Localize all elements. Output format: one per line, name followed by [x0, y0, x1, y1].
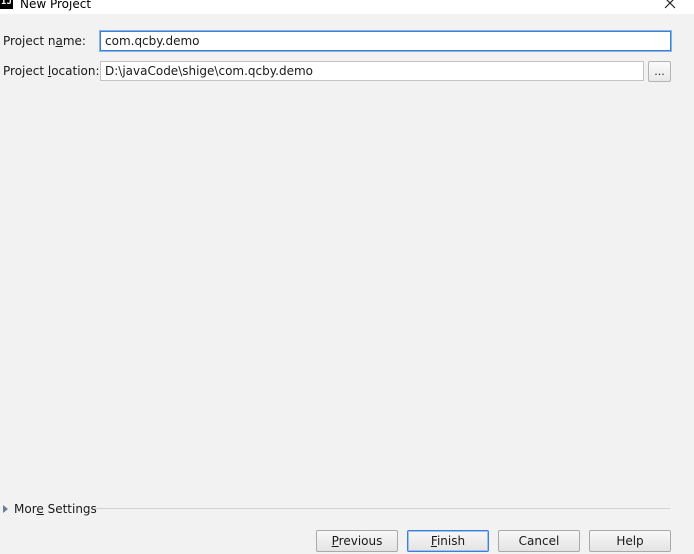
project-name-input[interactable] — [100, 31, 671, 51]
title-bar: IJ New Project — [0, 0, 694, 14]
cancel-button[interactable]: Cancel — [498, 530, 580, 552]
more-settings-divider — [94, 508, 670, 509]
finish-button[interactable]: Finish — [407, 530, 489, 552]
browse-button[interactable]: ... — [648, 61, 671, 82]
previous-button[interactable]: Previous — [316, 530, 398, 552]
new-project-dialog: IJ New Project Project name: Project loc… — [0, 0, 694, 554]
help-button[interactable]: Help — [589, 530, 671, 552]
intellij-logo-icon: IJ — [0, 0, 13, 9]
project-location-label: Project location: — [3, 64, 100, 78]
close-icon[interactable] — [660, 0, 680, 12]
more-settings-toggle[interactable]: More Settings — [3, 501, 97, 517]
project-location-input[interactable] — [100, 61, 644, 81]
expand-triangle-icon — [3, 505, 8, 513]
project-name-label: Project name: — [3, 34, 86, 48]
more-settings-label: More Settings — [14, 502, 97, 516]
window-title: New Project — [20, 0, 92, 11]
